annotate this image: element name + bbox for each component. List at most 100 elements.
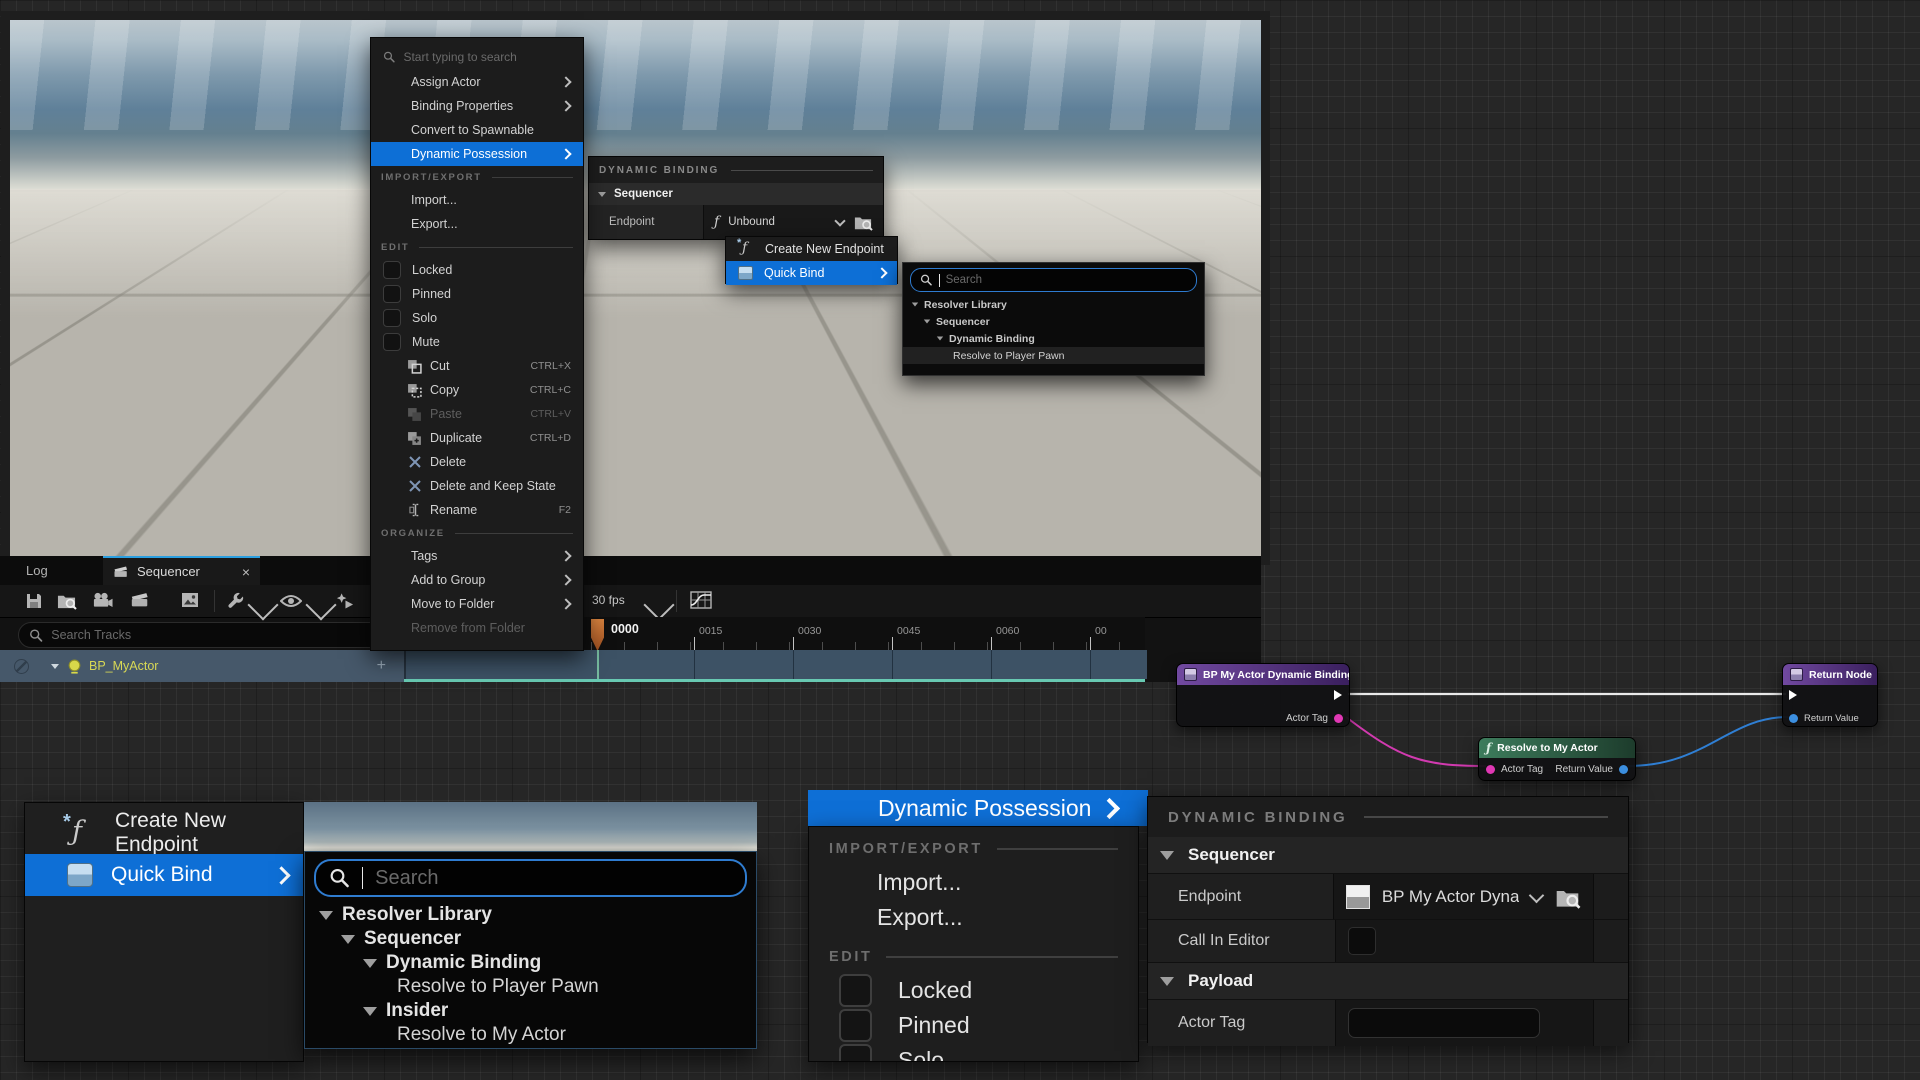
menu-item-cut[interactable]: CutCTRL+X xyxy=(371,354,583,378)
tree-item-dynamic-binding[interactable]: Dynamic Binding xyxy=(903,330,1204,347)
submenu-arrow-icon xyxy=(560,598,571,609)
collapse-triangle-icon[interactable] xyxy=(937,337,943,341)
menu-item-mute[interactable]: Mute xyxy=(371,330,583,354)
tree-item-resolve-to-player-pawn[interactable]: Resolve to Player Pawn xyxy=(305,975,756,999)
return-value-pin[interactable] xyxy=(1789,714,1798,723)
inset-endpoint-submenu: *ƒ Create New Endpoint Quick Bind xyxy=(24,802,304,1062)
collapse-triangle-icon[interactable] xyxy=(1160,851,1174,860)
collapse-triangle-icon[interactable] xyxy=(1160,977,1174,986)
resolver-search-field[interactable] xyxy=(314,859,747,897)
resolver-search-input[interactable] xyxy=(375,867,732,890)
browse-icon[interactable] xyxy=(853,213,873,231)
menu-item-duplicate[interactable]: DuplicateCTRL+D xyxy=(371,426,583,450)
checkbox[interactable] xyxy=(1348,927,1376,955)
node-resolve[interactable]: ƒ Resolve to My Actor Actor Tag Return V… xyxy=(1478,737,1636,781)
menu-item-delete-and-keep-state[interactable]: Delete and Keep State xyxy=(371,474,583,498)
search-icon xyxy=(383,50,395,64)
menu-item-move-to-folder[interactable]: Move to Folder xyxy=(371,592,583,616)
menu-item-import[interactable]: Import... xyxy=(371,188,583,212)
menu-item-solo[interactable]: Solo xyxy=(371,306,583,330)
inset-resolver-popup: Resolver Library Sequencer Dynamic Bindi… xyxy=(304,851,757,1049)
duplicate-icon xyxy=(407,431,422,446)
context-menu: Assign Actor Binding Properties Convert … xyxy=(370,37,584,651)
tree-item-dynamic-binding[interactable]: Dynamic Binding xyxy=(305,951,756,975)
menu-item-pinned[interactable]: Pinned xyxy=(371,282,583,306)
paste-icon xyxy=(407,407,422,422)
actor-tag-input[interactable] xyxy=(1348,1008,1540,1038)
endpoint-submenu: *ƒ Create New Endpoint Quick Bind xyxy=(725,236,898,284)
tree-item-resolver-library[interactable]: Resolver Library xyxy=(903,296,1204,313)
chevron-down-icon[interactable] xyxy=(1529,887,1545,903)
node-return[interactable]: Return Node Return Value xyxy=(1782,663,1878,727)
menu-item-export[interactable]: Export... xyxy=(809,900,1138,935)
payload-category-row[interactable]: Payload xyxy=(1148,963,1628,1000)
endpoint-dropdown[interactable]: BP My Actor Dyna xyxy=(1334,874,1594,919)
menu-item-copy[interactable]: CopyCTRL+C xyxy=(371,378,583,402)
delete-icon xyxy=(409,456,421,468)
return-value-pin[interactable] xyxy=(1619,765,1628,774)
checkbox[interactable] xyxy=(383,309,401,327)
menu-item-dynamic-possession[interactable]: Dynamic Possession xyxy=(371,142,583,166)
menu-item-binding-properties[interactable]: Binding Properties xyxy=(371,94,583,118)
collapse-triangle-icon[interactable] xyxy=(341,935,355,944)
menu-item-tags[interactable]: Tags xyxy=(371,544,583,568)
checkbox[interactable] xyxy=(383,261,401,279)
checkbox[interactable] xyxy=(839,974,872,1007)
collapse-triangle-icon[interactable] xyxy=(912,303,918,307)
menu-item-dynamic-possession[interactable]: Dynamic Possession xyxy=(808,790,1139,826)
menu-item-quick-bind[interactable]: Quick Bind xyxy=(726,261,897,285)
sequencer-category-row[interactable]: Sequencer xyxy=(589,183,883,205)
menu-search-field[interactable] xyxy=(371,44,583,70)
endpoint-dropdown[interactable]: ƒ Unbound xyxy=(704,205,883,239)
menu-item-pinned[interactable]: Pinned xyxy=(809,1008,1138,1043)
menu-item-locked[interactable]: Locked xyxy=(809,973,1138,1008)
browse-icon[interactable] xyxy=(1554,885,1581,909)
tree-item-sequencer[interactable]: Sequencer xyxy=(903,313,1204,330)
collapse-triangle-icon[interactable] xyxy=(598,192,606,197)
menu-search-input[interactable] xyxy=(403,50,571,64)
menu-item-solo[interactable]: Solo xyxy=(809,1043,1138,1062)
sequencer-category-row[interactable]: Sequencer xyxy=(1148,837,1628,874)
function-icon: ƒ xyxy=(1486,741,1491,755)
checkbox[interactable] xyxy=(383,285,401,303)
actor-tag-row: Actor Tag xyxy=(1148,1000,1628,1046)
tree-item-resolve-to-my-actor[interactable]: Resolve to My Actor xyxy=(305,1023,756,1047)
chevron-down-icon[interactable] xyxy=(834,215,845,226)
collapse-triangle-icon[interactable] xyxy=(363,959,377,968)
menu-item-create-new-endpoint[interactable]: *ƒ Create New Endpoint xyxy=(25,812,303,854)
menu-item-create-new-endpoint[interactable]: *ƒ Create New Endpoint xyxy=(726,237,897,261)
submenu-arrow-icon xyxy=(560,550,571,561)
menu-item-delete[interactable]: Delete xyxy=(371,450,583,474)
node-title: BP My Actor Dynamic Binding 1 xyxy=(1203,669,1349,681)
node-binding[interactable]: BP My Actor Dynamic Binding 1 Actor Tag xyxy=(1176,663,1350,727)
resolver-search-field[interactable] xyxy=(910,268,1197,292)
collapse-triangle-icon[interactable] xyxy=(924,320,930,324)
menu-item-export[interactable]: Export... xyxy=(371,212,583,236)
menu-item-locked[interactable]: Locked xyxy=(371,258,583,282)
actor-tag-pin[interactable] xyxy=(1486,765,1495,774)
menu-item-add-to-group[interactable]: Add to Group xyxy=(371,568,583,592)
checkbox[interactable] xyxy=(383,333,401,351)
tree-item-insider[interactable]: Insider xyxy=(305,999,756,1023)
tree-item-resolver-library[interactable]: Resolver Library xyxy=(305,903,756,927)
endpoint-value: BP My Actor Dyna xyxy=(1382,887,1520,907)
submenu-arrow-icon xyxy=(1099,797,1120,818)
menu-item-quick-bind[interactable]: Quick Bind xyxy=(25,854,303,896)
pin-label: Return Value xyxy=(1555,764,1613,775)
checkbox[interactable] xyxy=(839,1044,872,1062)
exec-out-pin[interactable] xyxy=(1334,690,1342,700)
tree-item-sequencer[interactable]: Sequencer xyxy=(305,927,756,951)
checkbox[interactable] xyxy=(839,1009,872,1042)
menu-item-convert-to-spawnable[interactable]: Convert to Spawnable xyxy=(371,118,583,142)
collapse-triangle-icon[interactable] xyxy=(363,1007,377,1016)
exec-in-pin[interactable] xyxy=(1789,690,1797,700)
menu-item-assign-actor[interactable]: Assign Actor xyxy=(371,70,583,94)
collapse-triangle-icon[interactable] xyxy=(319,911,333,920)
menu-item-import[interactable]: Import... xyxy=(809,865,1138,900)
menu-section-edit: EDIT xyxy=(809,941,1138,973)
actor-tag-pin[interactable] xyxy=(1334,714,1343,723)
menu-section-import-export: IMPORT/EXPORT xyxy=(371,166,583,188)
resolver-search-input[interactable] xyxy=(946,274,1187,286)
tree-item-resolve-to-player-pawn[interactable]: Resolve to Player Pawn xyxy=(903,347,1204,364)
menu-item-rename[interactable]: RenameF2 xyxy=(371,498,583,522)
